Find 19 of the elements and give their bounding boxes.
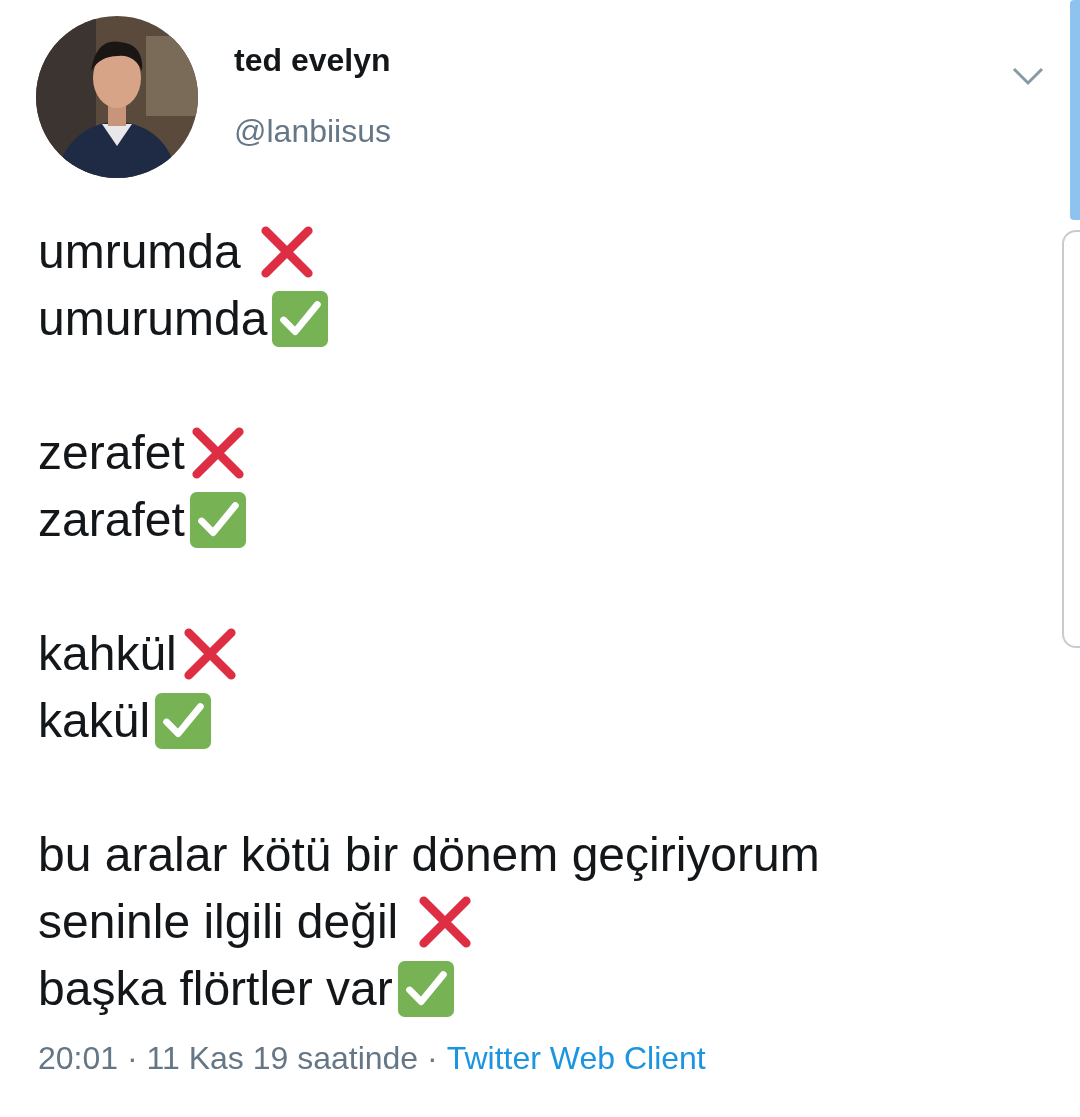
check-icon xyxy=(188,490,247,549)
tweet-text: zerafet xyxy=(38,425,185,480)
tweet-text: kakül xyxy=(38,693,151,748)
tweet-text: bu aralar kötü bir dönem geçiriyorum xyxy=(38,827,820,882)
check-icon xyxy=(271,289,330,348)
tweet-text: kahkül xyxy=(38,626,177,681)
client-link[interactable]: Twitter Web Client xyxy=(446,1040,706,1077)
check-icon xyxy=(396,959,455,1018)
timestamp: 20:01 · 11 Kas 19 saatinde · xyxy=(38,1040,438,1077)
tweet-text: zarafet xyxy=(38,492,185,547)
scrollbar-thumb[interactable] xyxy=(1070,0,1080,220)
check-icon xyxy=(154,691,213,750)
tweet-text: seninle ilgili değil xyxy=(38,894,400,949)
tweet-text: umrumda xyxy=(38,224,242,279)
chevron-down-icon[interactable] xyxy=(1012,66,1044,86)
tweet-text: başka flörtler var xyxy=(38,961,393,1016)
author-name[interactable]: ted evelyn xyxy=(234,42,391,79)
tweet-text: umurumda xyxy=(38,291,268,346)
author-handle[interactable]: @lanbiisus xyxy=(234,113,391,150)
